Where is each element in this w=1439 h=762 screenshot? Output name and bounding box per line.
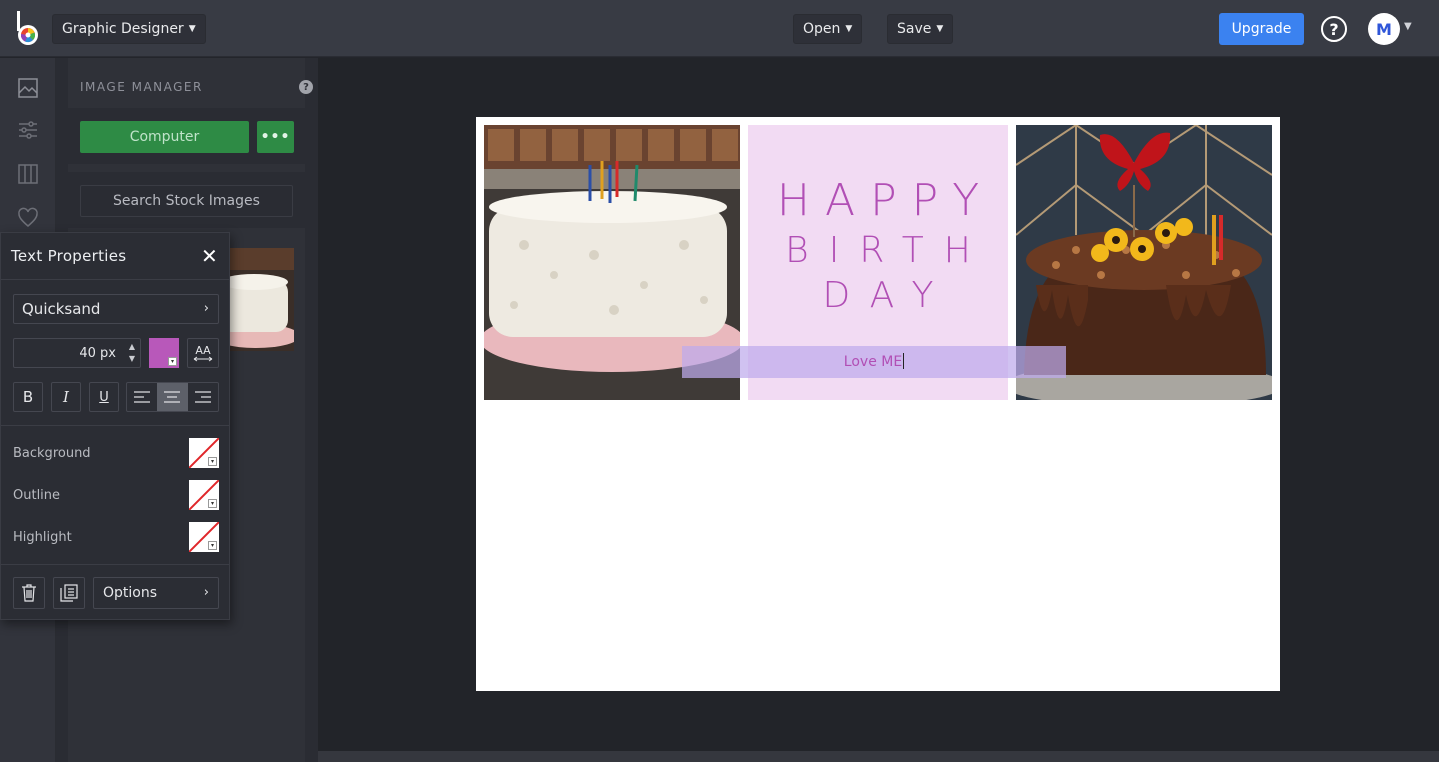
font-size-input[interactable]: 40 px xyxy=(13,338,141,368)
chevron-down-icon: ▼ xyxy=(845,24,853,34)
options-button[interactable]: Options › xyxy=(93,577,219,609)
upgrade-button[interactable]: Upgrade xyxy=(1219,13,1304,45)
app-menu-button[interactable]: Graphic Designer ▼ xyxy=(52,14,206,44)
text-caret xyxy=(903,353,905,369)
card-title-line-2[interactable]: BIRTH xyxy=(748,230,1008,271)
selected-text-element[interactable]: Love ME xyxy=(682,353,1066,370)
search-stock-images-button[interactable]: Search Stock Images xyxy=(80,185,293,217)
save-label: Save xyxy=(897,21,932,37)
font-size-unit: px xyxy=(100,345,116,361)
image-icon[interactable] xyxy=(16,76,40,100)
duplicate-icon xyxy=(60,584,78,602)
duplicate-button[interactable] xyxy=(53,577,85,609)
divider xyxy=(1,564,229,565)
computer-upload-button[interactable]: Computer xyxy=(80,121,249,153)
text-properties-panel: Text Properties ✕ Quicksand › 40 px ▲ ▼ … xyxy=(0,232,230,620)
app-menu-label: Graphic Designer xyxy=(62,21,184,37)
chevron-right-icon: › xyxy=(203,301,209,316)
more-sources-button[interactable]: ••• xyxy=(257,121,294,153)
open-button[interactable]: Open ▼ xyxy=(793,14,863,44)
avatar[interactable]: M xyxy=(1368,13,1400,45)
save-button[interactable]: Save ▼ xyxy=(887,14,954,44)
align-center-icon xyxy=(164,391,181,403)
underline-button[interactable]: U xyxy=(89,382,119,412)
background-color-swatch[interactable]: ▾ xyxy=(189,438,219,468)
chevron-right-icon: › xyxy=(203,585,209,600)
stepper-up-icon[interactable]: ▲ xyxy=(129,341,135,353)
underline-label: U xyxy=(99,389,109,405)
italic-label: I xyxy=(63,388,69,406)
stepper-down-icon[interactable]: ▼ xyxy=(129,353,135,365)
svg-text:AA: AA xyxy=(195,344,211,357)
align-right-icon xyxy=(194,391,211,403)
help-icon[interactable]: ? xyxy=(1321,16,1347,42)
highlight-label: Highlight xyxy=(13,530,72,545)
card-title-line-3[interactable]: DAY xyxy=(748,275,1008,316)
options-label: Options xyxy=(103,585,158,601)
help-icon[interactable]: ? xyxy=(299,80,313,94)
align-left-button[interactable] xyxy=(127,383,157,411)
font-size-value: 40 xyxy=(79,345,96,361)
chevron-down-icon: ▾ xyxy=(208,457,217,466)
font-family-select[interactable]: Quicksand › xyxy=(13,294,219,324)
divider xyxy=(1,279,229,280)
heart-icon[interactable] xyxy=(16,206,40,230)
font-size-stepper[interactable]: ▲ ▼ xyxy=(125,338,139,368)
befunky-logo-icon[interactable] xyxy=(14,11,42,47)
horizontal-scrollbar[interactable] xyxy=(318,751,1439,762)
align-left-icon xyxy=(134,391,151,403)
divider xyxy=(1,425,229,426)
letter-spacing-button[interactable]: AA xyxy=(187,338,219,368)
highlight-color-swatch[interactable]: ▾ xyxy=(189,522,219,552)
sliders-icon[interactable] xyxy=(16,118,40,142)
chevron-down-icon[interactable]: ▼ xyxy=(1404,21,1412,32)
letter-spacing-icon: AA xyxy=(193,344,213,362)
trash-icon xyxy=(22,584,36,602)
card-title-line-1[interactable]: HAPPY xyxy=(748,175,1008,226)
text-properties-title: Text Properties xyxy=(11,247,127,265)
open-label: Open xyxy=(803,21,841,37)
bold-button[interactable]: B xyxy=(13,382,43,412)
close-icon[interactable]: ✕ xyxy=(201,246,218,266)
top-bar: Graphic Designer ▼ Open ▼ Save ▼ Upgrade… xyxy=(0,0,1439,57)
stock-search-row: Search Stock Images xyxy=(68,172,305,228)
bold-label: B xyxy=(22,388,34,406)
chevron-down-icon: ▾ xyxy=(168,357,177,366)
background-label: Background xyxy=(13,446,91,461)
image-manager-title: IMAGE MANAGER xyxy=(80,80,203,94)
outline-color-swatch[interactable]: ▾ xyxy=(189,480,219,510)
chevron-down-icon: ▼ xyxy=(188,24,196,34)
text-align-group xyxy=(126,382,219,412)
layout-columns-icon[interactable] xyxy=(16,162,40,186)
align-center-button[interactable] xyxy=(157,383,188,411)
upload-source-row: Computer ••• xyxy=(68,108,305,164)
text-color-swatch[interactable]: ▾ xyxy=(149,338,179,368)
outline-label: Outline xyxy=(13,488,61,503)
chevron-down-icon: ▾ xyxy=(208,541,217,550)
italic-button[interactable]: I xyxy=(51,382,81,412)
delete-button[interactable] xyxy=(13,577,45,609)
image-thumbnail[interactable] xyxy=(230,248,294,351)
selected-text-content[interactable]: Love ME xyxy=(844,354,902,370)
align-right-button[interactable] xyxy=(188,383,218,411)
chevron-down-icon: ▼ xyxy=(936,24,944,34)
font-family-value: Quicksand xyxy=(22,300,101,318)
chevron-down-icon: ▾ xyxy=(208,499,217,508)
